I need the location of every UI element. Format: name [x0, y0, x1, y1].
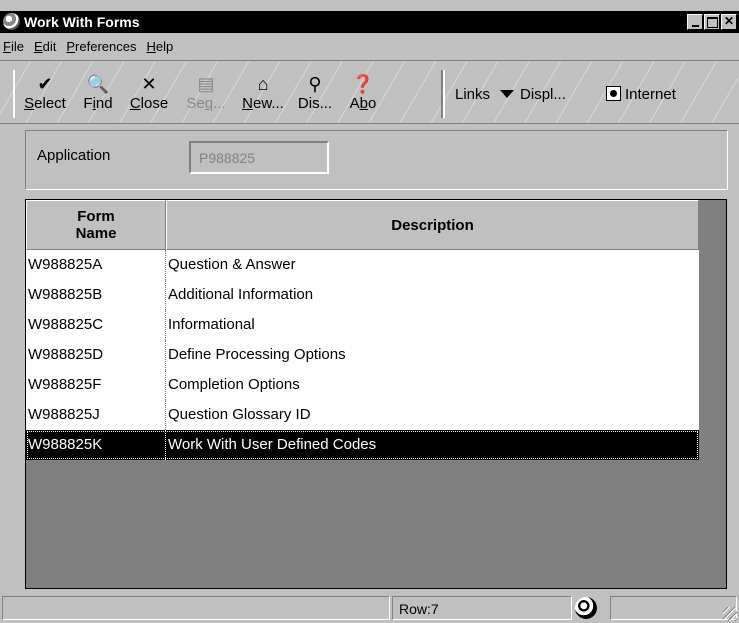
internet-icon [606, 86, 621, 101]
toolbar-divider [443, 70, 445, 118]
status-bar: Row:7 [0, 594, 739, 623]
menu-file[interactable]: File [3, 39, 24, 54]
menu-label-rest: dit [42, 38, 57, 54]
table-row[interactable]: W988825K Work With User Defined Codes [26, 430, 699, 460]
table-row[interactable]: W988825F Completion Options [26, 370, 699, 400]
menu-label-rest: ile [10, 38, 24, 54]
cell-form-name: W988825B [28, 286, 103, 303]
toolbar-button-label: New... [242, 95, 284, 112]
column-divider [165, 400, 166, 430]
cell-description: Completion Options [168, 376, 300, 393]
minimize-button[interactable] [687, 14, 703, 30]
links-menu[interactable]: Links Displ... [455, 86, 566, 103]
toolbar-button-5[interactable]: ⚲ Dis... [292, 73, 338, 112]
table-row[interactable]: W988825B Additional Information [26, 280, 699, 310]
toolbar-button-4[interactable]: ⌂ New... [240, 73, 286, 112]
grid-rows: W988825A Question & Answer W988825B Additio… [26, 250, 699, 460]
menu-label-rest: elp [155, 38, 174, 54]
menu-label-rest: references [75, 38, 137, 54]
status-panel-extra [610, 596, 737, 620]
cell-form-name: W988825A [28, 256, 103, 273]
menu-preferences[interactable]: Preferences [66, 39, 136, 54]
maximize-button[interactable] [704, 14, 720, 30]
menu-mnemonic: F [3, 38, 11, 54]
cell-form-name: W988825F [28, 376, 102, 393]
display-icon: ⚲ [308, 74, 322, 94]
internet-label: Internet [625, 86, 676, 103]
checkmark-icon: ✔ [37, 74, 53, 94]
about-icon: ❓ [351, 74, 375, 94]
table-row[interactable]: W988825C Informational [26, 310, 699, 340]
cell-description: Additional Information [168, 286, 314, 303]
cell-description: Define Processing Options [168, 346, 346, 363]
window-controls: ✕ [686, 14, 737, 30]
cell-form-name: W988825K [28, 436, 103, 453]
toolbar-button-0[interactable]: ✔ Select [22, 73, 68, 112]
cell-description: Work With User Defined Codes [168, 436, 377, 453]
menu-mnemonic: E [33, 38, 43, 54]
column-divider [165, 430, 166, 460]
column-header-form-name[interactable]: Form Name [26, 200, 166, 250]
header-frame [25, 130, 728, 190]
application-field: P988825 [189, 141, 329, 174]
close-window-button[interactable]: ✕ [721, 14, 737, 30]
application-label: Application [37, 147, 111, 164]
title-bar: Work With Forms ✕ [0, 11, 739, 33]
toolbar-button-label: Close [129, 95, 169, 112]
column-divider [165, 310, 166, 340]
globe-icon [575, 597, 597, 619]
column-divider [165, 250, 166, 280]
toolbar-button-label: Find [83, 95, 113, 112]
toolbar-button-label: Select [24, 95, 66, 112]
toolbar-button-1[interactable]: 🔍 Find [75, 73, 121, 112]
grid-header: Form Name Description [26, 200, 699, 250]
new-icon: ⌂ [257, 74, 269, 94]
cell-description: Question Glossary ID [168, 406, 311, 423]
internet-button[interactable]: Internet [606, 86, 676, 103]
cell-form-name: W988825D [28, 346, 104, 363]
toolbar-button-label: Abo [349, 95, 377, 112]
column-divider [165, 340, 166, 370]
status-panel-message [2, 596, 390, 620]
toolbar-button-3[interactable]: ▤ Seq... [183, 73, 229, 112]
column-header-description[interactable]: Description [166, 200, 699, 250]
sequence-icon: ▤ [197, 74, 215, 94]
work-with-forms-window: Work With Forms ✕ File Edit Preferences Hel… [0, 0, 739, 623]
column-divider [165, 370, 166, 400]
cell-form-name: W988825C [28, 316, 104, 333]
cell-description: Informational [168, 316, 255, 333]
cell-form-name: W988825J [28, 406, 100, 423]
menu-mnemonic: P [66, 38, 76, 54]
window-title: Work With Forms [24, 14, 140, 30]
find-icon: 🔍 [86, 74, 110, 94]
menu-edit[interactable]: Edit [34, 39, 56, 54]
menu-mnemonic: H [146, 38, 156, 54]
toolbar-button-2[interactable]: ✕ Close [126, 73, 172, 112]
links-label: Links [455, 86, 491, 103]
menu-help[interactable]: Help [146, 39, 173, 54]
table-row[interactable]: W988825J Question Glossary ID [26, 400, 699, 430]
close-icon: ✕ [141, 74, 157, 94]
app-globe-icon [3, 13, 20, 30]
status-row-count: Row:7 [392, 596, 572, 620]
toolbar-button-6[interactable]: ❓ Abo [340, 73, 386, 112]
toolbar-button-label: Seq... [186, 95, 226, 112]
forms-grid: Form Name Description W988825A Question &… [25, 199, 727, 589]
toolbar-button-label: Dis... [297, 95, 333, 112]
menu-bar: File Edit Preferences Help [0, 35, 739, 57]
resize-grip[interactable] [723, 607, 737, 621]
column-divider [165, 280, 166, 310]
table-row[interactable]: W988825D Define Processing Options [26, 340, 699, 370]
display-label: Displ... [520, 86, 566, 103]
table-row[interactable]: W988825A Question & Answer [26, 250, 699, 280]
cell-description: Question & Answer [168, 256, 296, 273]
dropdown-arrow-icon [500, 90, 515, 98]
